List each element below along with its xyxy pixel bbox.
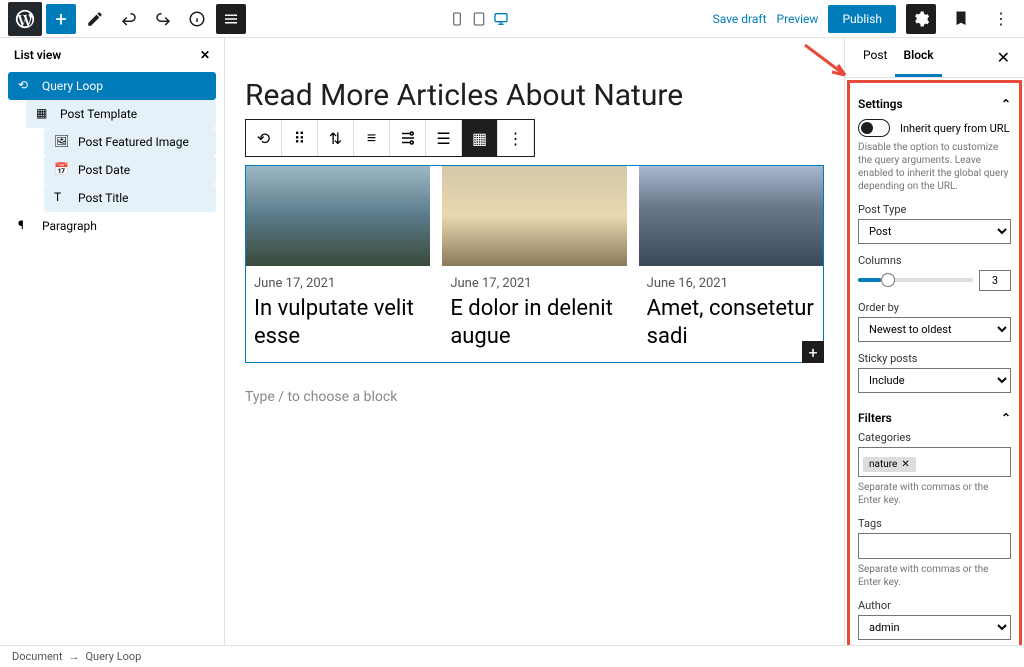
tab-post[interactable]: Post <box>855 38 895 77</box>
order-by-label: Order by <box>858 301 1011 314</box>
wordpress-logo[interactable] <box>8 2 42 36</box>
block-more-icon[interactable]: ⋮ <box>498 120 534 156</box>
list-view-panel: List view ✕ ⟲Query Loop ▦Post Template 🖼… <box>0 38 225 648</box>
desktop-icon[interactable] <box>493 11 509 27</box>
settings-gear-icon[interactable] <box>906 4 936 34</box>
post-type-label: Post Type <box>858 203 1011 216</box>
inherit-query-help: Disable the option to customize the quer… <box>858 141 1011 193</box>
columns-value-input[interactable] <box>979 270 1011 291</box>
author-select[interactable]: admin <box>858 615 1011 640</box>
move-arrows-icon[interactable]: ⇅ <box>318 120 354 156</box>
author-label: Author <box>858 599 1011 612</box>
edit-mode-icon[interactable] <box>80 4 110 34</box>
redo-icon[interactable] <box>148 4 178 34</box>
post-date: June 16, 2021 <box>639 266 823 295</box>
post-title: Amet, consetetur sadi <box>639 295 823 350</box>
tags-label: Tags <box>858 517 1011 530</box>
close-sidebar-icon[interactable]: ✕ <box>993 38 1014 77</box>
editor-canvas: Read More Articles About Nature ⟲ ⠿ ⇅ ≡ … <box>225 38 844 648</box>
inherit-query-label: Inherit query from URL <box>900 122 1010 135</box>
post-title: E dolor in delenit augue <box>442 295 626 350</box>
post-title: In vulputate velit esse <box>246 295 430 350</box>
block-placeholder[interactable]: Type / to choose a block <box>245 389 824 405</box>
publish-button[interactable]: Publish <box>828 5 896 33</box>
post-card[interactable]: June 16, 2021 Amet, consetetur sadi <box>639 166 823 362</box>
mobile-icon[interactable] <box>449 11 465 27</box>
preview-button[interactable]: Preview <box>777 12 819 26</box>
top-toolbar: + Save draft Preview Publish ⋮ <box>0 0 1024 38</box>
info-icon[interactable] <box>182 4 212 34</box>
list-view-title: List view <box>14 48 61 62</box>
post-card[interactable]: June 17, 2021 In vulputate velit esse <box>246 166 430 362</box>
categories-input[interactable]: nature✕ <box>858 447 1011 477</box>
add-block-inline-icon[interactable]: + <box>802 341 824 363</box>
filters-section-header[interactable]: Filters⌃ <box>858 405 1011 431</box>
featured-image <box>246 166 430 266</box>
undo-icon[interactable] <box>114 4 144 34</box>
sticky-posts-label: Sticky posts <box>858 352 1011 365</box>
save-draft-button[interactable]: Save draft <box>713 12 767 26</box>
jetpack-icon[interactable] <box>946 4 976 34</box>
sticky-posts-select[interactable]: Include <box>858 368 1011 393</box>
chevron-up-icon: ⌃ <box>1001 411 1011 425</box>
chevron-up-icon: ⌃ <box>1001 97 1011 111</box>
settings-sidebar: Post Block ✕ Settings⌃ Inherit query fro… <box>844 38 1024 648</box>
block-toolbar: ⟲ ⠿ ⇅ ≡ ☰ ▦ ⋮ <box>245 119 535 157</box>
tags-input[interactable] <box>858 533 1011 559</box>
post-date: June 17, 2021 <box>442 266 626 295</box>
settings-section-header[interactable]: Settings⌃ <box>858 91 1011 117</box>
featured-image <box>442 166 626 266</box>
columns-slider[interactable] <box>858 278 973 282</box>
order-by-select[interactable]: Newest to oldest <box>858 317 1011 342</box>
tab-block[interactable]: Block <box>895 38 941 77</box>
device-preview-group <box>449 11 509 27</box>
list-item-post-template[interactable]: ▦Post Template <box>26 100 216 128</box>
more-options-icon[interactable]: ⋮ <box>986 4 1016 34</box>
grid-layout-icon[interactable]: ▦ <box>462 120 498 156</box>
list-item-query-loop[interactable]: ⟲Query Loop <box>8 72 216 100</box>
query-loop-block[interactable]: June 17, 2021 In vulputate velit esse Ju… <box>245 165 824 363</box>
list-item-post-title[interactable]: TPost Title <box>44 184 216 212</box>
featured-image <box>639 166 823 266</box>
tablet-icon[interactable] <box>471 11 487 27</box>
list-view-toggle-icon[interactable] <box>216 4 246 34</box>
inherit-query-toggle[interactable] <box>858 119 890 137</box>
remove-token-icon[interactable]: ✕ <box>901 459 909 470</box>
block-type-icon[interactable]: ⟲ <box>246 120 282 156</box>
list-layout-icon[interactable]: ☰ <box>426 120 462 156</box>
list-item-paragraph[interactable]: ¶Paragraph <box>8 212 216 240</box>
category-token: nature✕ <box>863 457 916 472</box>
add-block-button[interactable]: + <box>46 4 76 34</box>
list-item-post-date[interactable]: 📅Post Date <box>44 156 216 184</box>
close-list-view-icon[interactable]: ✕ <box>200 48 210 62</box>
columns-label: Columns <box>858 254 1011 267</box>
align-icon[interactable]: ≡ <box>354 120 390 156</box>
display-settings-icon[interactable] <box>390 120 426 156</box>
list-item-featured-image[interactable]: 🖼Post Featured Image <box>44 128 216 156</box>
post-type-select[interactable]: Post <box>858 219 1011 244</box>
breadcrumb-block[interactable]: Query Loop <box>85 650 141 663</box>
editor-footer: Document → Query Loop <box>0 645 1024 667</box>
page-heading[interactable]: Read More Articles About Nature <box>245 78 824 113</box>
post-card[interactable]: June 17, 2021 E dolor in delenit augue <box>442 166 626 362</box>
post-date: June 17, 2021 <box>246 266 430 295</box>
breadcrumb-document[interactable]: Document <box>12 650 62 663</box>
categories-label: Categories <box>858 431 1011 444</box>
drag-handle-icon[interactable]: ⠿ <box>282 120 318 156</box>
